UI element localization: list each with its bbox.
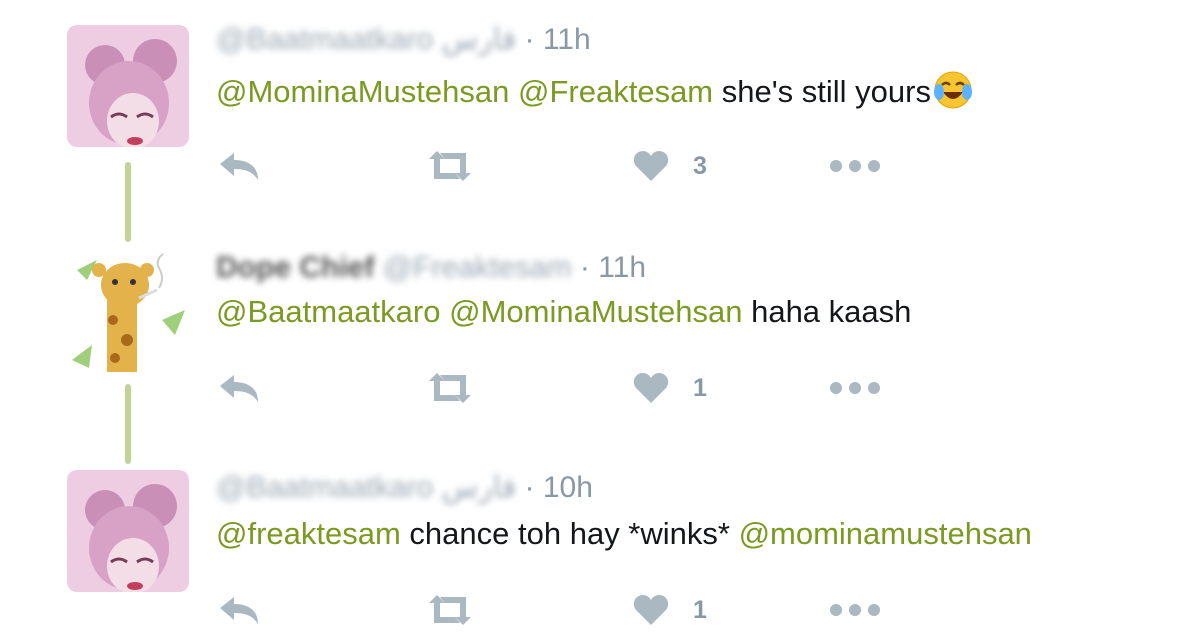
tweet[interactable]: @Baatmaatkaro فارس · 11h @MominaMustehsa…: [0, 0, 1200, 200]
retweet-button[interactable]: [425, 368, 475, 408]
retweet-icon: [429, 595, 471, 625]
timestamp[interactable]: · 10h: [525, 471, 593, 504]
thread-line: [125, 162, 131, 242]
heart-icon: [633, 151, 669, 181]
tweet-text-segment: haha kaash: [742, 294, 912, 329]
reply-icon: [220, 597, 258, 624]
more-button[interactable]: [829, 368, 881, 408]
user-display-name[interactable]: Dope Chief: [216, 250, 374, 286]
like-count: 3: [693, 151, 707, 180]
tweet-header: Dope Chief @Freaktesam · 11h: [216, 250, 646, 286]
avatar[interactable]: [67, 25, 189, 147]
like-button[interactable]: 1: [633, 590, 707, 630]
tweet-actions: 1: [0, 590, 1200, 630]
mention-link[interactable]: @MominaMustehsan: [216, 74, 509, 109]
tweet-text-segment: [440, 294, 449, 329]
tweet-text: @Baatmaatkaro @MominaMustehsan haha kaas…: [216, 292, 911, 332]
face-with-tears-of-joy-icon: [933, 70, 973, 120]
avatar[interactable]: [67, 250, 189, 372]
tweet-actions: 3: [0, 146, 1200, 186]
tweet[interactable]: Dope Chief @Freaktesam · 11h @Baatmaatka…: [0, 240, 1200, 440]
retweet-button[interactable]: [425, 590, 475, 630]
user-handle[interactable]: @Baatmaatkaro فارس: [216, 470, 516, 506]
thread-line: [125, 384, 131, 464]
tweet-text-segment: chance toh hay *winks*: [400, 516, 739, 551]
like-count: 1: [693, 373, 707, 402]
tweet-text-segment: [509, 74, 518, 109]
more-icon: [830, 160, 880, 172]
timestamp[interactable]: · 11h: [580, 251, 646, 284]
more-button[interactable]: [829, 146, 881, 186]
mention-link[interactable]: @MominaMustehsan: [449, 294, 742, 329]
reply-button[interactable]: [218, 368, 260, 408]
tweet-text: @freaktesam chance toh hay *winks* @momi…: [216, 514, 1032, 554]
more-icon: [830, 382, 880, 394]
tweet-header: @Baatmaatkaro فارس · 10h: [216, 470, 593, 506]
tweet-text: @MominaMustehsan @Freaktesam she's still…: [216, 70, 973, 120]
mention-link[interactable]: @mominamustehsan: [739, 516, 1032, 551]
retweet-button[interactable]: [425, 146, 475, 186]
like-count: 1: [693, 595, 707, 624]
heart-icon: [633, 373, 669, 403]
avatar[interactable]: [67, 470, 189, 592]
tweet-actions: 1: [0, 368, 1200, 408]
more-button[interactable]: [829, 590, 881, 630]
tweet-header: @Baatmaatkaro فارس · 11h: [216, 22, 591, 58]
mention-link[interactable]: @Freaktesam: [518, 74, 713, 109]
reply-button[interactable]: [218, 590, 260, 630]
user-handle[interactable]: @Freaktesam: [383, 250, 572, 286]
heart-icon: [633, 595, 669, 625]
user-handle[interactable]: @Baatmaatkaro فارس: [216, 22, 516, 58]
mention-link[interactable]: @Baatmaatkaro: [216, 294, 440, 329]
reply-button[interactable]: [218, 146, 260, 186]
mention-link[interactable]: @freaktesam: [216, 516, 401, 551]
like-button[interactable]: 3: [633, 146, 707, 186]
tweet-text-segment: she's still yours: [713, 74, 931, 109]
retweet-icon: [429, 151, 471, 181]
timestamp[interactable]: · 11h: [525, 23, 591, 56]
tweet[interactable]: @Baatmaatkaro فارس · 10h @freaktesam cha…: [0, 460, 1200, 644]
reply-icon: [220, 375, 258, 402]
retweet-icon: [429, 373, 471, 403]
more-icon: [830, 604, 880, 616]
like-button[interactable]: 1: [633, 368, 707, 408]
reply-icon: [220, 153, 258, 180]
